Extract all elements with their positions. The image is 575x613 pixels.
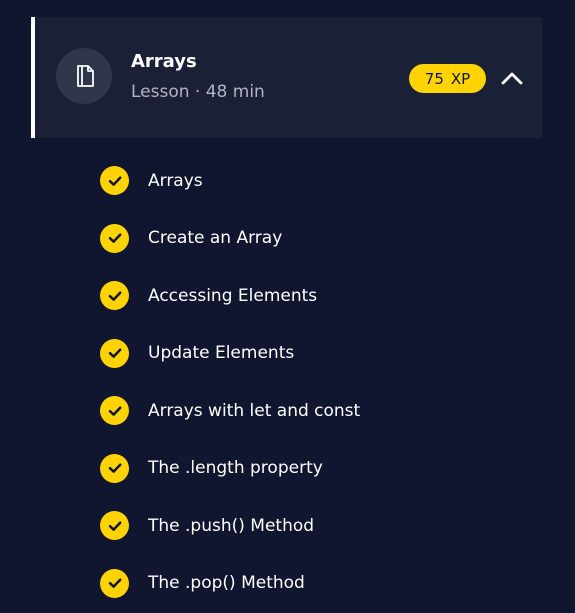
xp-unit: XP <box>450 69 471 88</box>
list-item[interactable]: Update Elements <box>100 338 360 368</box>
check-icon <box>100 453 129 483</box>
check-icon <box>100 338 129 368</box>
list-item[interactable]: The .push() Method <box>100 511 360 540</box>
list-item[interactable]: Arrays with let and const <box>100 396 360 425</box>
check-icon <box>100 281 129 310</box>
course-module-panel: Arrays Lesson · 48 min 75 XP Arrays Crea… <box>0 0 575 613</box>
lesson-header[interactable]: Arrays Lesson · 48 min 75 XP <box>31 17 542 138</box>
list-item-label: The .length property <box>148 458 323 478</box>
xp-value: 75 <box>424 69 444 88</box>
lesson-item-list: Arrays Create an Array Accessing Element… <box>100 166 360 613</box>
list-item-label: Arrays <box>148 170 203 191</box>
lesson-meta: Lesson · 48 min <box>131 82 265 102</box>
list-item-label: Accessing Elements <box>148 285 318 306</box>
list-item-label: Update Elements <box>148 343 295 363</box>
list-item-label: The .pop() Method <box>148 573 305 593</box>
list-item[interactable]: Accessing Elements <box>100 281 360 310</box>
lesson-title: Arrays <box>131 51 197 72</box>
check-icon <box>100 223 129 253</box>
list-item[interactable]: The .length property <box>100 453 360 483</box>
list-item-label: Create an Array <box>148 228 283 248</box>
chevron-up-icon <box>501 72 523 85</box>
list-item[interactable]: Arrays <box>100 166 360 195</box>
check-icon <box>100 511 129 540</box>
collapse-button[interactable] <box>496 62 528 94</box>
xp-badge: 75 XP <box>409 64 486 93</box>
list-item[interactable]: Create an Array <box>100 223 360 253</box>
list-item[interactable]: The .pop() Method <box>100 568 360 598</box>
document-icon <box>56 48 112 104</box>
check-icon <box>100 568 129 598</box>
check-icon <box>100 396 129 425</box>
list-item-label: Arrays with let and const <box>148 400 361 421</box>
list-item-label: The .push() Method <box>148 515 315 536</box>
check-icon <box>100 166 129 195</box>
